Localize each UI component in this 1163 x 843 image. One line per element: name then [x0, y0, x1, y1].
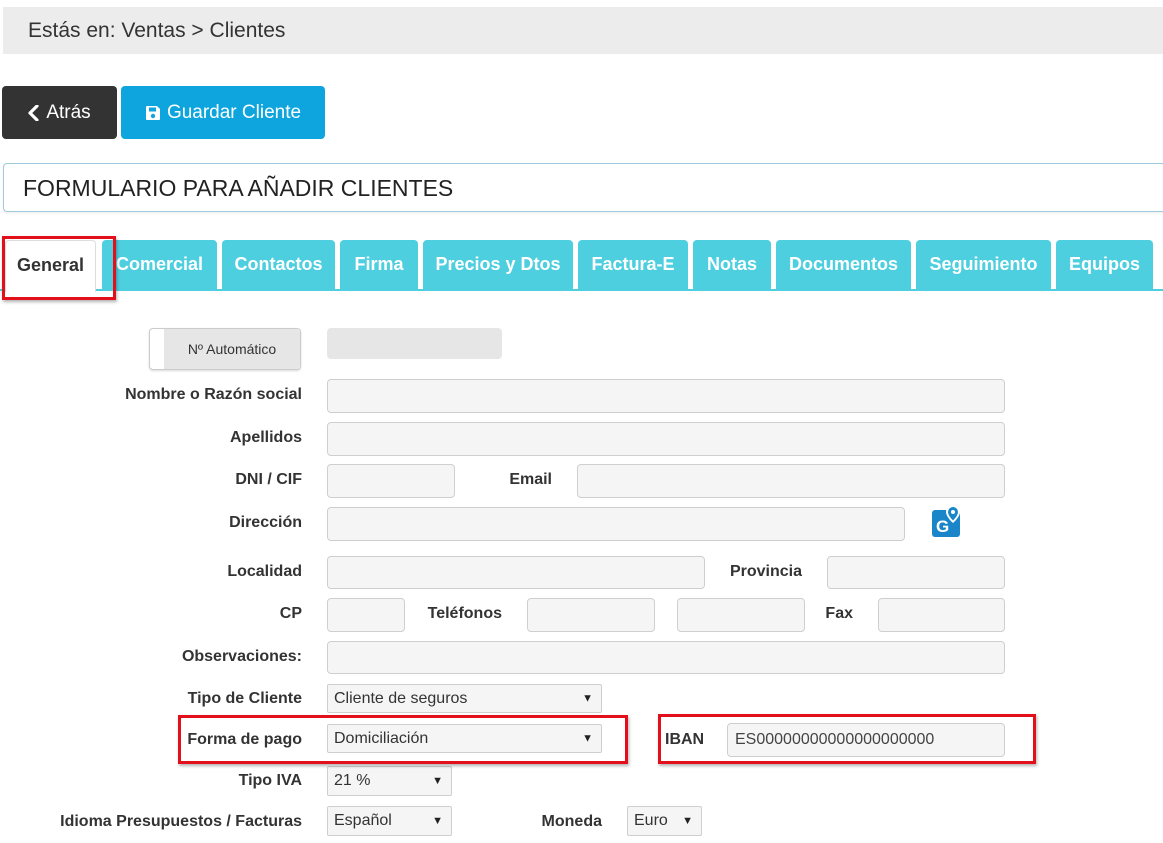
form-title: FORMULARIO PARA AÑADIR CLIENTES — [3, 163, 1163, 212]
apellidos-input[interactable] — [327, 422, 1005, 456]
apellidos-label: Apellidos — [229, 429, 302, 446]
tab-documentos[interactable]: Documentos — [776, 240, 911, 289]
provincia-label: Provincia — [729, 563, 802, 580]
observaciones-label: Observaciones: — [181, 648, 302, 665]
direccion-label: Dirección — [229, 514, 302, 531]
idioma-value: Español — [334, 812, 392, 829]
tab-label: Firma — [354, 254, 404, 274]
dni-input[interactable] — [327, 464, 455, 498]
chevron-left-icon — [28, 104, 40, 121]
direccion-input[interactable] — [327, 507, 905, 541]
cp-input[interactable] — [327, 598, 405, 632]
tab-precios-dtos[interactable]: Precios y Dtos — [423, 240, 573, 289]
tab-seguimiento[interactable]: Seguimiento — [916, 240, 1051, 289]
tab-notas[interactable]: Notas — [693, 240, 771, 289]
highlight-general-tab — [2, 236, 116, 300]
svg-text:G: G — [936, 517, 949, 536]
email-label: Email — [509, 471, 552, 488]
tab-label: Documentos — [788, 254, 898, 274]
back-button-label: Atrás — [46, 102, 91, 123]
tab-factura-e[interactable]: Factura-E — [578, 240, 688, 289]
telefonos-label: Teléfonos — [427, 605, 502, 622]
nombre-input[interactable] — [327, 379, 1005, 413]
tipo-cliente-value: Cliente de seguros — [334, 690, 468, 707]
save-button-label: Guardar Cliente — [166, 102, 302, 123]
client-number-field — [327, 328, 502, 359]
tab-label: Notas — [706, 254, 757, 274]
breadcrumb: Estás en: Ventas > Clientes — [3, 7, 1163, 54]
tab-label: Equipos — [1069, 254, 1140, 274]
google-maps-icon[interactable]: G — [932, 505, 962, 537]
tipo-cliente-label: Tipo de Cliente — [187, 690, 302, 707]
auto-number-toggle[interactable]: Nº Automático — [149, 328, 301, 370]
tab-equipos[interactable]: Equipos — [1056, 240, 1153, 289]
nombre-label: Nombre o Razón social — [125, 386, 302, 403]
moneda-label: Moneda — [541, 813, 602, 830]
highlight-forma-pago — [178, 715, 628, 764]
dni-label: DNI / CIF — [235, 471, 302, 488]
tab-firma[interactable]: Firma — [340, 240, 418, 289]
tipo-iva-value: 21 % — [334, 772, 371, 789]
tabs-underline — [0, 289, 1163, 291]
dropdown-arrow-icon: ▼ — [432, 775, 443, 787]
provincia-input[interactable] — [827, 556, 1005, 589]
highlight-iban — [658, 714, 1036, 764]
email-input[interactable] — [577, 464, 1005, 498]
tab-label: Comercial — [115, 254, 204, 274]
idioma-label: Idioma Presupuestos / Facturas — [60, 813, 302, 830]
tab-label: Seguimiento — [929, 254, 1038, 274]
tab-contactos[interactable]: Contactos — [222, 240, 335, 289]
auto-number-label: Nº Automático — [164, 329, 300, 369]
floppy-disk-icon — [145, 105, 161, 121]
tab-comercial[interactable]: Comercial — [102, 240, 217, 289]
localidad-label: Localidad — [227, 563, 302, 580]
tipo-cliente-select[interactable]: Cliente de seguros ▼ — [327, 684, 602, 713]
dropdown-arrow-icon: ▼ — [432, 815, 443, 827]
save-client-button[interactable]: Guardar Cliente — [121, 86, 325, 139]
dropdown-arrow-icon: ▼ — [682, 815, 693, 827]
moneda-select[interactable]: Euro ▼ — [627, 806, 702, 836]
tab-label: Factura-E — [591, 254, 675, 274]
tipo-iva-label: Tipo IVA — [238, 772, 302, 789]
toggle-knob — [150, 329, 165, 369]
fax-input[interactable] — [878, 598, 1005, 632]
back-button[interactable]: Atrás — [2, 86, 117, 139]
form-title-text: FORMULARIO PARA AÑADIR CLIENTES — [23, 175, 454, 201]
dropdown-arrow-icon: ▼ — [582, 692, 593, 704]
observaciones-input[interactable] — [327, 641, 1005, 674]
tab-label: Precios y Dtos — [435, 254, 561, 274]
breadcrumb-text: Estás en: Ventas > Clientes — [28, 19, 286, 42]
tab-label: Contactos — [234, 254, 323, 274]
localidad-input[interactable] — [327, 556, 705, 589]
telefono-1-input[interactable] — [527, 598, 655, 632]
moneda-value: Euro — [634, 812, 668, 829]
cp-label: CP — [279, 605, 302, 622]
fax-label: Fax — [825, 605, 853, 622]
telefono-2-input[interactable] — [677, 598, 805, 632]
idioma-select[interactable]: Español ▼ — [327, 806, 452, 836]
tipo-iva-select[interactable]: 21 % ▼ — [327, 766, 452, 796]
